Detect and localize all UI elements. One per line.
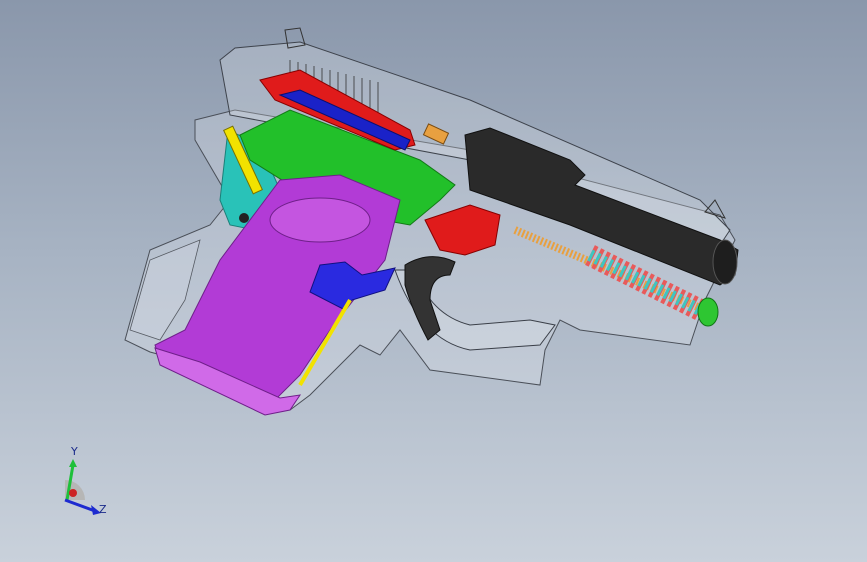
muzzle bbox=[712, 239, 738, 285]
pistol-model[interactable] bbox=[0, 0, 867, 562]
graphics-viewport[interactable]: Y Z bbox=[0, 0, 867, 562]
coordinate-triad: Y Z bbox=[55, 445, 115, 520]
guide-rod-tip[interactable] bbox=[697, 297, 719, 327]
frame-pin bbox=[239, 213, 249, 223]
z-axis-label: Z bbox=[99, 503, 107, 516]
y-axis-label: Y bbox=[71, 445, 78, 458]
x-axis-dot bbox=[69, 489, 77, 497]
z-axis-line bbox=[64, 498, 96, 513]
y-axis-arrow bbox=[69, 459, 77, 467]
magazine-top bbox=[269, 197, 371, 243]
